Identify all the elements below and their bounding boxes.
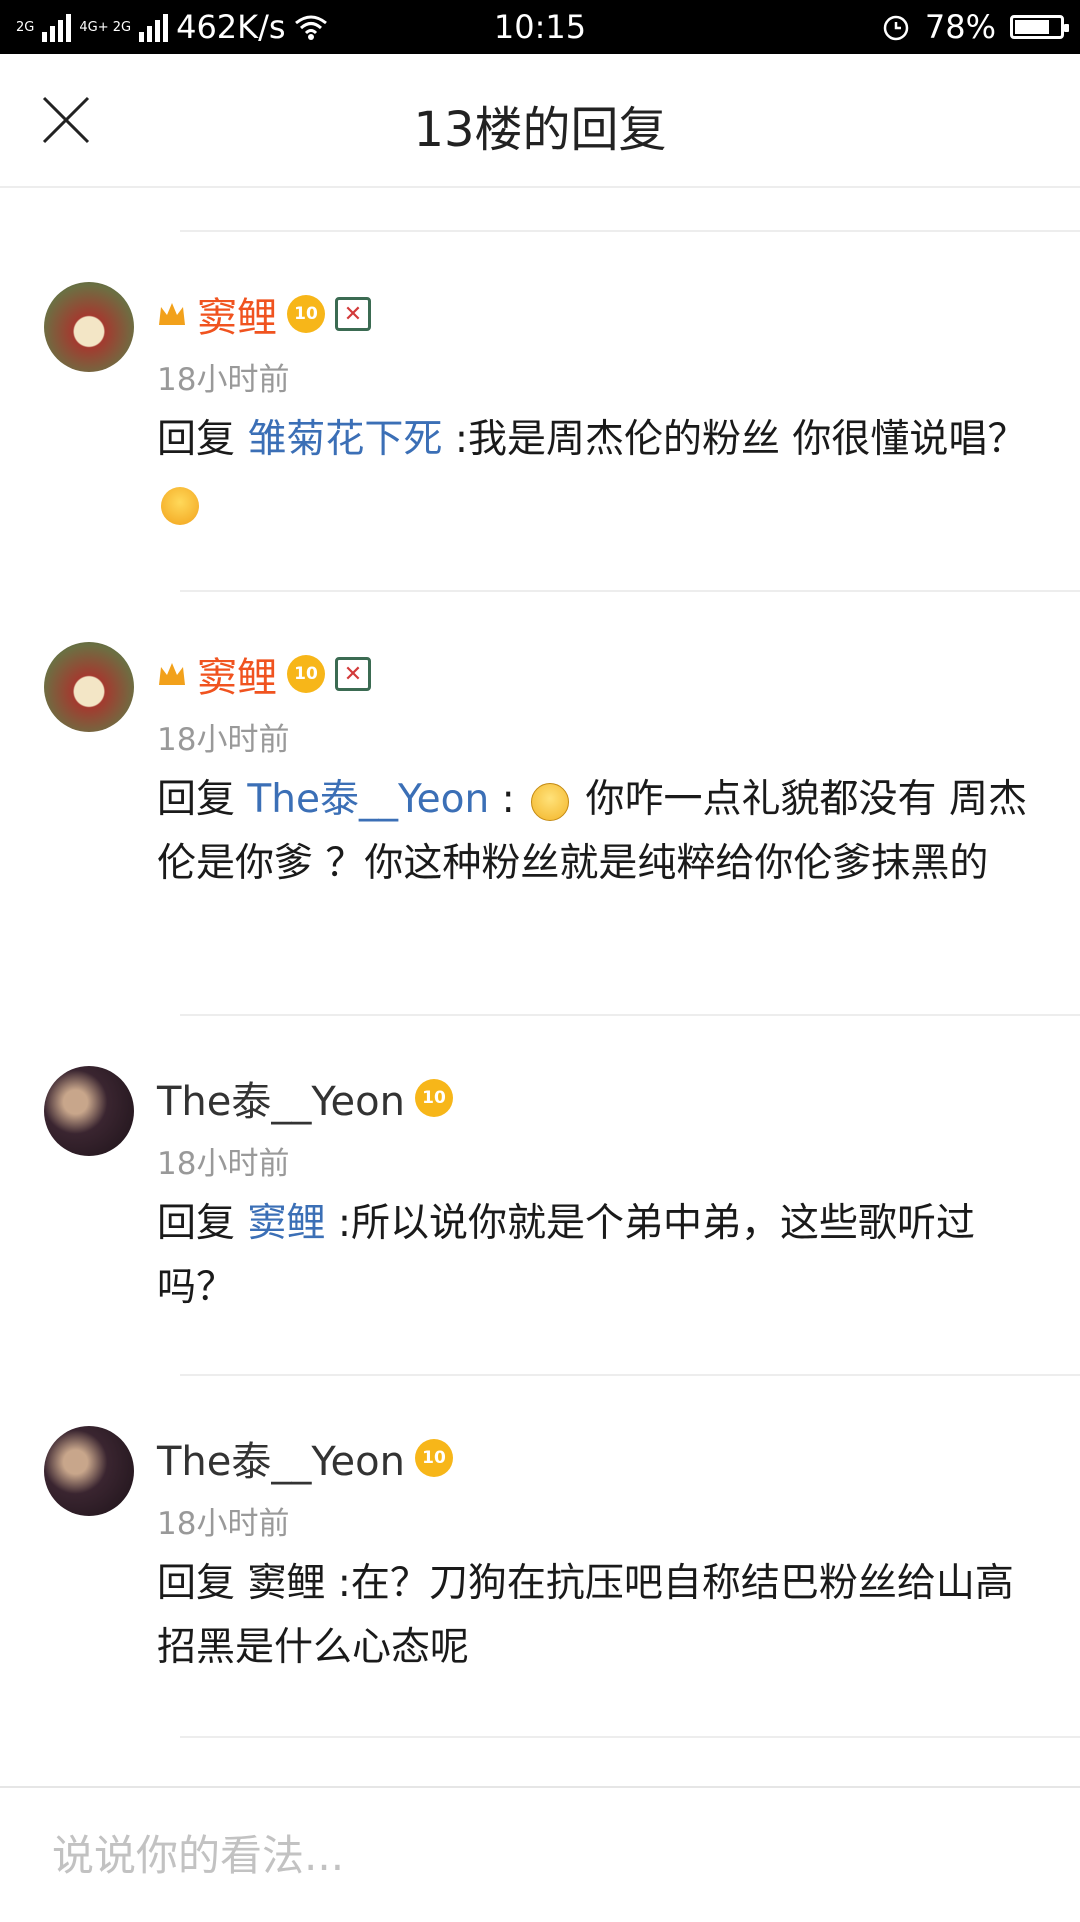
shocked-emoji-icon [531, 782, 570, 821]
reply-prefix: 回复 [157, 1201, 236, 1246]
member-badge-icon: ✕ [335, 297, 371, 331]
avatar[interactable] [44, 282, 134, 372]
battery-fill [1015, 20, 1049, 34]
reply-text: :我是周杰伦的粉丝 你很懂说唱？ [454, 417, 1027, 462]
avatar[interactable] [44, 1426, 134, 1516]
level-badge-icon: 10 [414, 1079, 453, 1117]
crown-icon [159, 663, 185, 685]
reply-content: 回复 窦鲤 :所以说你就是个弟中弟，这些歌听过吗？ [157, 1192, 1037, 1320]
reply-time: 18小时前 [157, 1506, 290, 1542]
avatar[interactable] [44, 1066, 134, 1156]
divider [180, 1374, 1080, 1376]
name-row: 窦鲤 10 ✕ [157, 282, 371, 346]
reply-content: 回复 The泰__Yeon : 你咋一点礼貌都没有 周杰伦是你爹 ？你这种粉丝就… [157, 768, 1037, 896]
page-title: 13楼的回复 [413, 102, 667, 158]
status-right: 78% [881, 8, 1069, 46]
mention-link[interactable]: 窦鲤 [247, 1201, 325, 1246]
comment-bar [0, 1786, 1080, 1922]
battery-icon [1010, 15, 1069, 39]
crown-icon [159, 303, 185, 325]
battery-percent: 78% [924, 8, 996, 46]
status-bar: 2G 4G+ 2G 462K/s 10:15 78% [0, 0, 1080, 54]
divider [180, 590, 1080, 592]
yum-emoji-icon [161, 486, 199, 525]
reply-time: 18小时前 [157, 362, 290, 398]
member-badge-icon: ✕ [335, 657, 371, 691]
reply-list[interactable]: 窦鲤 10 ✕ 18小时前 回复 雏菊花下死 :我是周杰伦的粉丝 你很懂说唱？ … [0, 186, 1080, 1786]
name-row: The泰__Yeon 10 [157, 1426, 453, 1490]
alarm-icon [883, 15, 909, 41]
username[interactable]: 窦鲤 [197, 285, 277, 343]
mention-link[interactable]: The泰__Yeon [247, 777, 489, 822]
reply-text-before: : [501, 777, 515, 822]
username[interactable]: The泰__Yeon [157, 1429, 405, 1487]
comment-input[interactable] [50, 1818, 1014, 1892]
reply-content: 回复 雏菊花下死 :我是周杰伦的粉丝 你很懂说唱？ [157, 408, 1037, 536]
reply-time: 18小时前 [157, 1146, 290, 1182]
name-row: The泰__Yeon 10 [157, 1066, 453, 1130]
page-header: 13楼的回复 [0, 54, 1080, 188]
reply-content: 回复 窦鲤 :在？刀狗在抗压吧自称结巴粉丝给山高招黑是什么心态呢 [157, 1561, 1014, 1670]
username[interactable]: 窦鲤 [197, 645, 277, 703]
level-badge-icon: 10 [287, 295, 325, 333]
reply-prefix: 回复 [157, 417, 236, 462]
divider [180, 1736, 1080, 1738]
divider [180, 1014, 1080, 1016]
name-row: 窦鲤 10 ✕ [157, 642, 371, 706]
reply-time: 18小时前 [157, 722, 290, 758]
mention-link[interactable]: 雏菊花下死 [247, 417, 442, 462]
level-badge-icon: 10 [287, 655, 325, 693]
divider [180, 230, 1080, 232]
level-badge-icon: 10 [414, 1439, 453, 1477]
username[interactable]: The泰__Yeon [157, 1069, 405, 1127]
reply-prefix: 回复 [157, 777, 236, 822]
avatar[interactable] [44, 642, 134, 732]
